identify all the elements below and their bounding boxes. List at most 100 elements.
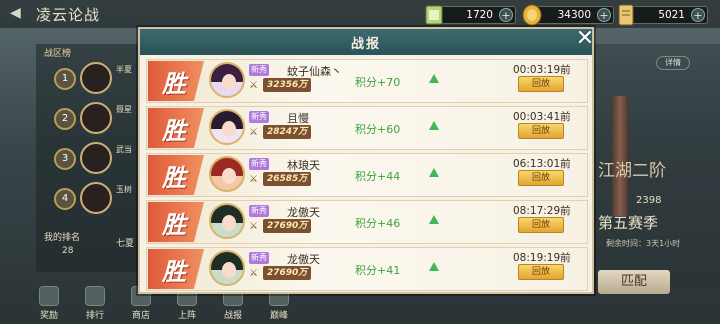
replay-button[interactable]: 回放 (518, 217, 564, 233)
up-arrow-icon (429, 168, 439, 177)
opponent-name: 龙傲天 (287, 253, 320, 266)
battle-time: 00:03:19前 (513, 64, 571, 76)
add-gold-button[interactable]: + (597, 8, 611, 22)
currency-scroll: 5021 + (618, 4, 708, 26)
avatar (80, 142, 112, 174)
victory-label: 胜 (162, 163, 186, 192)
rank-name: 武当 (116, 145, 132, 154)
close-icon[interactable]: ✕ (574, 28, 596, 50)
opponent-name: 林琅天 (287, 159, 320, 172)
add-ticket-button[interactable]: + (499, 8, 513, 22)
victory-label: 胜 (162, 116, 186, 145)
nav-label: 战报 (223, 311, 242, 321)
rank-medal: 2 (54, 108, 76, 130)
battle-time: 08:17:29前 (513, 205, 571, 217)
nav-rewards[interactable]: 奖励 (32, 284, 66, 324)
rank-medal: 3 (54, 148, 76, 170)
crossed-swords-icon: ⚔ (249, 268, 258, 279)
victory-banner: 胜 (148, 249, 204, 289)
opponent-avatar[interactable] (209, 250, 245, 286)
opponent-power: 32356万 (263, 78, 312, 92)
rank-row[interactable]: 3 武当 (44, 140, 144, 178)
opponent-name: 且慢 (287, 112, 309, 125)
add-scroll-button[interactable]: + (691, 8, 705, 22)
my-rank-name: 七夏 (116, 239, 135, 249)
new-player-tag: 新秀 (249, 158, 269, 170)
battle-record-row: 胜 新秀 蚊子仙森丶 ⚔ 32356万 积分+70 00:03:19前 回放 (146, 59, 588, 103)
page-title: 凌云论战 (36, 6, 101, 24)
opponent-power: 26585万 (263, 172, 312, 186)
battle-time: 08:19:19前 (513, 252, 571, 264)
opponent-avatar[interactable] (209, 203, 245, 239)
avatar (80, 102, 112, 134)
new-player-tag: 新秀 (249, 111, 269, 123)
tier-label: 江湖二阶 (598, 161, 666, 181)
match-button[interactable]: 匹配 (598, 270, 670, 294)
battle-record-row: 胜 新秀 林琅天 ⚔ 26585万 积分+44 06:13:01前 回放 (146, 153, 588, 197)
new-player-tag: 新秀 (249, 64, 269, 76)
battle-record-list[interactable]: 胜新秀 蚊子仙森丶 ⚔ 32356万 积分+70 00:03:19前 回放胜新秀 且慢 ⚔ 282… (146, 59, 588, 292)
victory-banner: 胜 (148, 61, 204, 101)
nav-label: 巅峰 (269, 311, 288, 321)
score-gain: 积分+46 (355, 217, 401, 230)
replay-button[interactable]: 回放 (518, 123, 564, 139)
top-bar: ◀ 凌云论战 1720 + 34300 + 5021 + (0, 0, 720, 28)
season-score: 2398 (636, 195, 662, 206)
replay-button[interactable]: 回放 (518, 76, 564, 92)
victory-banner: 胜 (148, 202, 204, 242)
modal-header: 战报 ✕ (140, 28, 594, 55)
ranking-icon (85, 286, 105, 306)
rank-name: 聂星 (116, 105, 132, 114)
ticket-icon (425, 5, 443, 25)
rank-row[interactable]: 1 半夏 (44, 60, 144, 98)
battle-report-modal: 战报 ✕ 胜新秀 蚊子仙森丶 ⚔ 32356万 积分+70 00:03:19前 回放胜新秀且… (138, 27, 594, 294)
rank-row[interactable]: 2 聂星 (44, 100, 144, 138)
victory-label: 胜 (162, 257, 186, 286)
nav-label: 商店 (131, 311, 150, 321)
new-player-tag: 新秀 (249, 252, 269, 264)
rank-row[interactable]: 4 玉树 (44, 180, 144, 218)
nav-ranking[interactable]: 排行 (78, 284, 112, 324)
opponent-avatar[interactable] (209, 62, 245, 98)
victory-banner: 胜 (148, 155, 204, 195)
rank-name: 玉树 (116, 185, 132, 194)
currency-value: 5021 (658, 9, 685, 21)
nav-label: 奖励 (39, 311, 58, 321)
opponent-power: 27690万 (263, 219, 312, 233)
opponent-avatar[interactable] (209, 156, 245, 192)
remaining-time: 剩余时间：3天1小时 (606, 239, 681, 248)
rank-medal: 1 (54, 68, 76, 90)
battle-record-row: 胜 新秀 且慢 ⚔ 28247万 积分+60 00:03:41前 回放 (146, 106, 588, 150)
currency-value: 1720 (466, 9, 493, 21)
avatar (80, 182, 112, 214)
victory-label: 胜 (162, 69, 186, 98)
season-label: 第五赛季 (598, 214, 659, 232)
crossed-swords-icon: ⚔ (249, 221, 258, 232)
replay-button[interactable]: 回放 (518, 170, 564, 186)
gold-coin-icon (522, 4, 542, 26)
battle-record-row: 胜 新秀 龙傲天 ⚔ 27690万 积分+46 08:17:29前 回放 (146, 200, 588, 244)
modal-title: 战报 (350, 37, 381, 52)
rewards-icon (39, 286, 59, 306)
victory-label: 胜 (162, 210, 186, 239)
my-rank-label: 我的排名 (44, 233, 81, 243)
up-arrow-icon (429, 262, 439, 271)
crossed-swords-icon: ⚔ (249, 174, 258, 185)
currency-gold: 34300 + (522, 4, 614, 26)
opponent-power: 27690万 (263, 266, 312, 280)
my-rank-value: 28 (62, 246, 74, 256)
score-gain: 积分+41 (355, 264, 401, 277)
score-gain: 积分+60 (355, 123, 401, 136)
up-arrow-icon (429, 121, 439, 130)
opponent-avatar[interactable] (209, 109, 245, 145)
currency-value: 34300 (557, 9, 591, 21)
back-arrow-icon[interactable]: ◀ (10, 6, 24, 20)
opponent-name: 蚊子仙森丶 (287, 65, 342, 78)
new-player-tag: 新秀 (249, 205, 269, 217)
replay-button[interactable]: 回放 (518, 264, 564, 280)
detail-button[interactable]: 详情 (656, 56, 690, 70)
battle-record-row: 胜 新秀 龙傲天 ⚔ 27690万 积分+41 08:19:19前 回放 (146, 247, 588, 291)
battle-time: 06:13:01前 (513, 158, 571, 170)
rank-name: 半夏 (116, 65, 132, 74)
rank-tag: 战区榜 (44, 49, 72, 59)
